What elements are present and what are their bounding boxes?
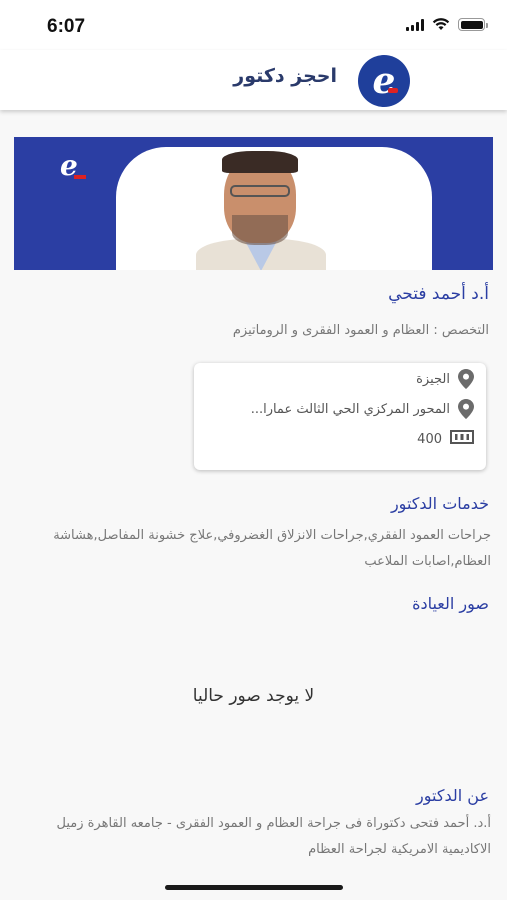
home-indicator[interactable] xyxy=(165,885,343,890)
price-row: 400 xyxy=(417,429,474,449)
battery-icon xyxy=(458,18,488,31)
clinic-info-card: الجيزة المحور المركزي الحي الثالث عمارا.… xyxy=(194,363,486,470)
banner-logo: e xyxy=(60,149,86,182)
consultation-price: 400 xyxy=(417,431,442,447)
doctor-specialty: التخصص : العظام و العمود الفقرى و الروما… xyxy=(232,323,489,338)
page-title: احجز دكتور xyxy=(233,65,337,87)
status-time: 6:07 xyxy=(47,16,86,37)
no-photos-message: لا يوجد صور حاليا xyxy=(192,686,315,706)
doctor-name: أ.د أحمد فتحي xyxy=(388,284,489,304)
doctor-photo xyxy=(196,147,326,270)
clinic-address: المحور المركزي الحي الثالث عمارا... xyxy=(250,401,450,417)
app-bar: e احجز دكتور xyxy=(0,50,507,110)
services-text: جراحات العمود الفقري,جراحات الانزلاق الغ… xyxy=(53,528,491,569)
wifi-icon xyxy=(432,18,450,30)
money-icon xyxy=(450,429,474,449)
clinic-city: الجيزة xyxy=(416,371,450,387)
clinic-photos-title: صور العيادة xyxy=(412,594,489,613)
signal-icon xyxy=(406,18,424,31)
doctor-banner-image: e xyxy=(14,137,493,270)
services-title: خدمات الدكتور xyxy=(390,494,489,513)
location-pin-icon xyxy=(458,399,474,419)
app-logo-letter: e xyxy=(372,60,396,102)
app-logo[interactable]: e xyxy=(358,55,410,107)
city-row: الجيزة xyxy=(416,369,474,389)
about-title: عن الدكتور xyxy=(416,786,489,805)
address-row: المحور المركزي الحي الثالث عمارا... xyxy=(251,399,474,419)
about-text: أ.د. أحمد فتحى دكتوراة فى جراحة العظام و… xyxy=(56,816,491,857)
status-icons xyxy=(406,18,488,31)
location-pin-icon xyxy=(458,369,474,389)
status-bar: 6:07 xyxy=(0,0,507,50)
